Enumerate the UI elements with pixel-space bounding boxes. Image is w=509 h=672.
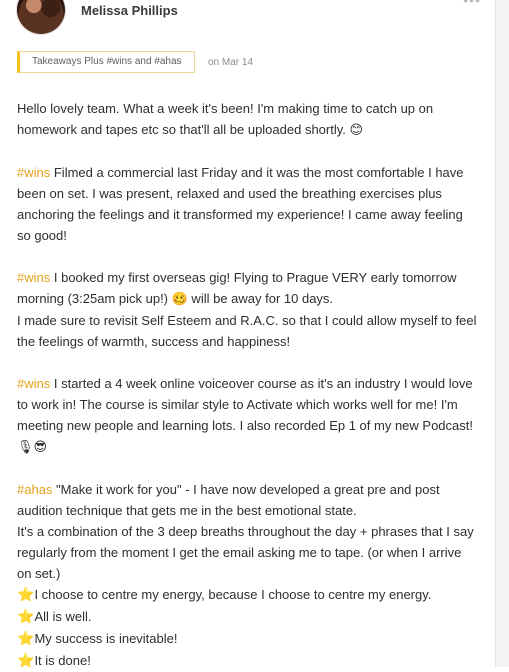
avatar[interactable]	[17, 0, 65, 34]
more-dots-icon[interactable]: •••	[463, 0, 481, 8]
win-paragraph-1: #wins Filmed a commercial last Friday an…	[17, 165, 464, 243]
win-paragraph-2-line2: I made sure to revisit Self Esteem and R…	[17, 313, 477, 349]
smile-emoji-icon: 😊	[349, 123, 364, 138]
intro-paragraph: Hello lovely team. What a week it's been…	[17, 101, 434, 138]
microphone-sunglasses-emoji-icon: 🎙😎	[17, 440, 48, 455]
post-header: Melissa Phillips •••	[17, 0, 487, 40]
win-paragraph-3: #wins I started a 4 week online voiceove…	[17, 376, 473, 455]
hashtag-wins[interactable]: #wins	[17, 165, 50, 180]
woozy-emoji-icon: 🥴	[171, 292, 188, 307]
star-icon: ⭐	[17, 587, 35, 603]
affirmation-item: ⭐I choose to centre my energy, because I…	[17, 587, 432, 603]
author-name[interactable]: Melissa Phillips	[81, 3, 178, 18]
post-body: Hello lovely team. What a week it's been…	[17, 98, 477, 672]
star-icon: ⭐	[17, 609, 35, 625]
hashtag-ahas[interactable]: #ahas	[17, 482, 52, 497]
post-meta: Takeaways Plus #wins and #ahas on Mar 14	[17, 51, 253, 73]
aha-paragraph: #ahas "Make it work for you" - I have no…	[17, 482, 440, 518]
post-date: on Mar 14	[207, 56, 254, 68]
win-paragraph-2: #wins I booked my first overseas gig! Fl…	[17, 270, 457, 307]
affirmation-item: ⭐It is done!	[17, 653, 91, 669]
hashtag-wins[interactable]: #wins	[17, 270, 50, 285]
affirmation-item: ⭐My success is inevitable!	[17, 631, 178, 647]
affirmation-item: ⭐All is well.	[17, 609, 92, 625]
aha-paragraph-line2: It's a combination of the 3 deep breaths…	[17, 524, 474, 581]
category-tag[interactable]: Takeaways Plus #wins and #ahas	[17, 51, 195, 73]
hashtag-wins[interactable]: #wins	[17, 376, 50, 391]
star-icon: ⭐	[17, 631, 35, 647]
scrollbar-track[interactable]	[495, 0, 509, 667]
